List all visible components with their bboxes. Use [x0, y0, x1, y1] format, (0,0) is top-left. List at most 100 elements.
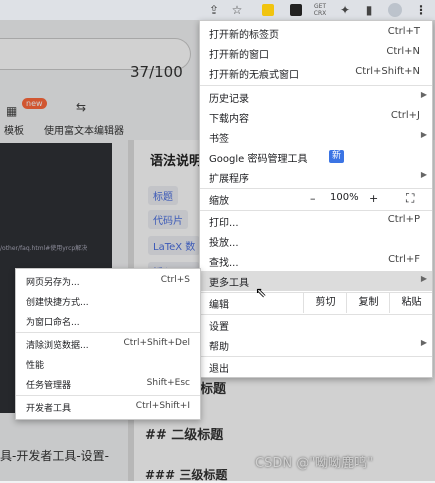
menu-history[interactable]: 历史记录 ▶	[200, 87, 432, 107]
menu-label: 投放...	[209, 238, 239, 249]
browser-toolbar: ⇪ ☆ GET CRX ✦ ▮ ⋮	[0, 0, 435, 20]
menu-shortcut: Ctrl+T	[387, 26, 420, 37]
menu-help[interactable]: 帮助 ▶	[200, 335, 432, 355]
rich-editor-button[interactable]: 使用富文本编辑器	[44, 122, 124, 137]
menu-label: 打开新的标签页	[209, 30, 279, 41]
menu-label: 缩放	[209, 196, 229, 207]
submenu-shortcut: Ctrl+Shift+Del	[123, 338, 190, 348]
submenu-label: 网页另存为...	[26, 278, 80, 288]
submenu-separator	[16, 332, 200, 333]
preview-h3: ### 三级标题	[145, 468, 228, 482]
star-icon[interactable]: ☆	[229, 2, 245, 18]
menu-label: 退出	[209, 364, 229, 375]
menu-more-tools[interactable]: 更多工具 ▶	[200, 271, 432, 291]
submenu-performance[interactable]: 性能	[16, 355, 200, 373]
menu-password-manager[interactable]: Google 密码管理工具 新	[200, 147, 432, 167]
menu-label: 设置	[209, 322, 229, 333]
chip-code[interactable]: 代码片	[148, 210, 188, 229]
zoom-out-button[interactable]: –	[310, 192, 316, 205]
menu-label: Google 密码管理工具	[209, 154, 308, 165]
menu-extensions[interactable]: 扩展程序 ▶	[200, 167, 432, 187]
menu-label: 下载内容	[209, 114, 249, 125]
menu-label: 书签	[209, 134, 229, 145]
preview-h2: ## 二级标题	[145, 428, 224, 443]
zoom-in-button[interactable]: +	[369, 192, 378, 205]
menu-label: 扩展程序	[209, 174, 249, 185]
submenu-dev-tools[interactable]: 开发者工具 Ctrl+Shift+I	[16, 398, 200, 416]
mouse-cursor-icon: ⇖	[255, 285, 267, 301]
chevron-right-icon: ▶	[420, 170, 427, 179]
submenu-separator	[16, 395, 200, 396]
menu-new-tab[interactable]: 打开新的标签页 Ctrl+T	[200, 23, 432, 43]
menu-print[interactable]: 打印... Ctrl+P	[200, 211, 432, 231]
csdn-watermark: CSDN @"呦呦鹿鸣"	[255, 456, 374, 471]
menu-shortcut: Ctrl+N	[386, 46, 420, 57]
menu-edit-row: 编辑 剪切 复制 粘贴	[200, 293, 432, 313]
menu-downloads[interactable]: 下载内容 Ctrl+J	[200, 107, 432, 127]
cut-button[interactable]: 剪切	[303, 293, 347, 313]
submenu-create-shortcut[interactable]: 创建快捷方式...	[16, 292, 200, 310]
submenu-shortcut: Shift+Esc	[146, 378, 190, 388]
share-icon[interactable]: ⇪	[206, 2, 222, 18]
menu-bookmarks[interactable]: 书签 ▶	[200, 127, 432, 147]
chip-heading[interactable]: 标题	[148, 186, 178, 205]
menu-separator	[200, 85, 432, 86]
profile-icon[interactable]	[388, 3, 402, 17]
menu-label: 查找...	[209, 258, 239, 269]
chip-latex[interactable]: LaTeX 数	[148, 236, 201, 255]
editor-line: /other/faq.html#使用yrcp解决	[0, 245, 88, 252]
submenu-task-manager[interactable]: 任务管理器 Shift+Esc	[16, 375, 200, 393]
menu-cast[interactable]: 投放...	[200, 231, 432, 251]
paste-button[interactable]: 粘贴	[389, 293, 433, 313]
submenu-save-page[interactable]: 网页另存为... Ctrl+S	[16, 272, 200, 290]
template-button[interactable]: 模板	[4, 122, 24, 137]
menu-label: 打开新的窗口	[209, 50, 269, 61]
menu-shortcut: Ctrl+Shift+N	[355, 66, 420, 77]
page-text-fragment: 具-开发者工具-设置-	[0, 449, 109, 463]
submenu-label: 性能	[26, 361, 45, 371]
menu-label: 编辑	[209, 300, 229, 311]
chevron-right-icon: ▶	[420, 130, 427, 139]
submenu-shortcut: Ctrl+S	[160, 275, 190, 285]
extension-dark-icon[interactable]	[290, 4, 302, 16]
menu-label: 历史记录	[209, 94, 249, 105]
chevron-right-icon: ▶	[420, 274, 427, 283]
submenu-label: 任务管理器	[26, 381, 72, 391]
copy-button[interactable]: 复制	[346, 293, 390, 313]
menu-settings[interactable]: 设置	[200, 315, 432, 335]
submenu-label: 开发者工具	[26, 404, 72, 414]
fullscreen-icon[interactable]: ⛶	[406, 191, 414, 206]
puzzle-icon[interactable]: ✦	[337, 2, 353, 18]
menu-new-window[interactable]: 打开新的窗口 Ctrl+N	[200, 43, 432, 63]
chevron-right-icon: ▶	[420, 338, 427, 347]
submenu-name-window[interactable]: 为窗口命名...	[16, 312, 200, 330]
submenu-clear-data[interactable]: 清除浏览数据... Ctrl+Shift+Del	[16, 335, 200, 353]
zoom-level: 100%	[330, 192, 359, 203]
get-crx-icon[interactable]: GET CRX	[312, 3, 328, 19]
menu-label: 打印...	[209, 218, 239, 229]
menu-zoom-row: 缩放 – 100% + ⛶	[200, 189, 432, 209]
menu-incognito[interactable]: 打开新的无痕式窗口 Ctrl+Shift+N	[200, 63, 432, 83]
new-badge: new	[22, 98, 47, 109]
template-icon[interactable]: ▦	[6, 104, 17, 118]
submenu-label: 清除浏览数据...	[26, 341, 89, 351]
menu-shortcut: Ctrl+J	[390, 110, 420, 121]
menu-label: 打开新的无痕式窗口	[209, 70, 299, 81]
menu-label: 更多工具	[209, 278, 249, 289]
menu-find[interactable]: 查找... Ctrl+F	[200, 251, 432, 271]
syntax-help-title: 语法说明	[150, 154, 203, 169]
submenu-label: 为窗口命名...	[26, 318, 80, 328]
sidebar-icon[interactable]: ▮	[361, 2, 377, 18]
menu-dots-icon[interactable]: ⋮	[413, 2, 429, 18]
swap-icon[interactable]: ⇆	[76, 100, 86, 114]
menu-shortcut: Ctrl+P	[387, 214, 420, 225]
extension-yellow-icon[interactable]	[262, 4, 274, 16]
title-char-counter: 37/100	[130, 63, 183, 81]
preview-h1: 标题	[200, 382, 227, 397]
menu-shortcut: Ctrl+F	[388, 254, 420, 265]
menu-exit[interactable]: 退出	[200, 357, 432, 377]
menu-label: 帮助	[209, 342, 229, 353]
chrome-main-menu: 打开新的标签页 Ctrl+T 打开新的窗口 Ctrl+N 打开新的无痕式窗口 C…	[199, 20, 433, 378]
submenu-shortcut: Ctrl+Shift+I	[135, 401, 190, 411]
more-tools-submenu: 网页另存为... Ctrl+S 创建快捷方式... 为窗口命名... 清除浏览数…	[15, 268, 201, 420]
